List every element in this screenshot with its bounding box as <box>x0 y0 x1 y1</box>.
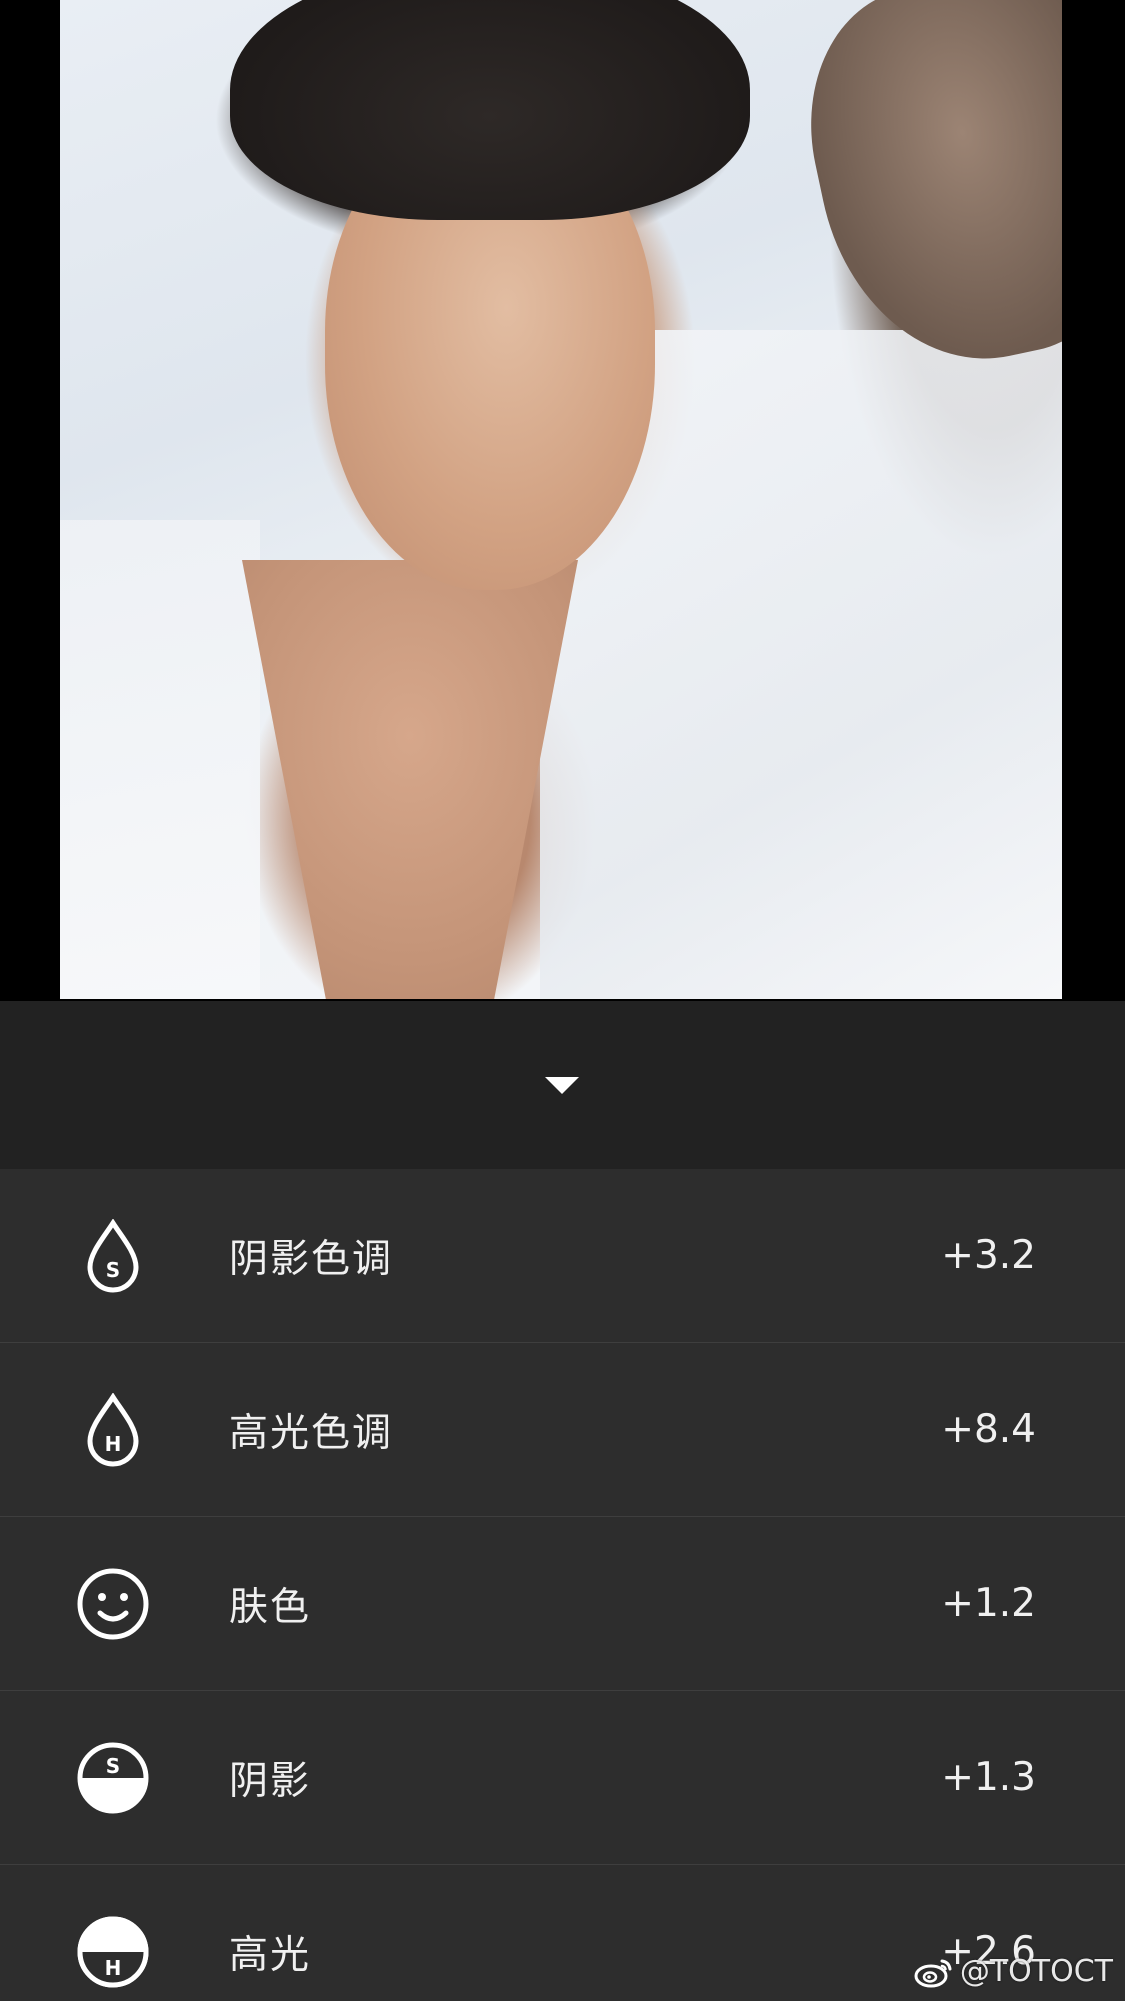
adjustment-row-skin-tone[interactable]: 肤色 +1.2 <box>0 1517 1125 1691</box>
adjustment-label: 阴影色调 <box>229 1236 394 1282</box>
adjustment-label: 肤色 <box>229 1584 312 1630</box>
shadows-half-circle-icon: S <box>76 1741 150 1815</box>
collapse-panel-button[interactable] <box>522 1053 602 1117</box>
adjustment-list: S 阴影色调 +3.2 H 高光色调 +8.4 肤色 +1.2 S 阴影 +1.… <box>0 1169 1125 2001</box>
highlight-tint-drop-icon: H <box>76 1392 150 1467</box>
photo-hair <box>230 0 750 220</box>
photo-shirt-left <box>60 520 260 999</box>
photo-arm <box>783 0 1062 388</box>
adjustment-value: +1.3 <box>941 1755 1036 1800</box>
adjustment-row-shadows[interactable]: S 阴影 +1.3 <box>0 1691 1125 1865</box>
highlights-half-circle-icon: H <box>76 1915 150 1989</box>
adjustment-label: 高光 <box>229 1932 312 1978</box>
adjustment-value: +1.2 <box>941 1581 1036 1626</box>
svg-text:H: H <box>105 1432 122 1456</box>
weibo-icon <box>914 1959 952 1987</box>
watermark-text: @TOTOCT <box>959 1954 1113 1989</box>
svg-text:S: S <box>106 1754 120 1778</box>
chevron-down-icon <box>545 1077 579 1094</box>
svg-text:S: S <box>106 1258 120 1282</box>
adjustment-label: 阴影 <box>229 1758 312 1804</box>
adjustment-row-shadow-tint[interactable]: S 阴影色调 +3.2 <box>0 1169 1125 1343</box>
adjustment-row-highlight-tint[interactable]: H 高光色调 +8.4 <box>0 1343 1125 1517</box>
svg-text:H: H <box>105 1956 122 1980</box>
adjustment-label: 高光色调 <box>229 1410 394 1456</box>
adjustment-value: +8.4 <box>941 1407 1036 1452</box>
shadow-tint-drop-icon: S <box>76 1218 150 1293</box>
adjustment-value: +3.2 <box>941 1233 1036 1278</box>
skin-tone-face-icon <box>76 1567 150 1641</box>
photo-preview-area <box>0 0 1125 1001</box>
photo-preview[interactable] <box>60 0 1062 999</box>
adjust-panel-header <box>0 1001 1125 1169</box>
watermark: @TOTOCT <box>914 1954 1113 1989</box>
